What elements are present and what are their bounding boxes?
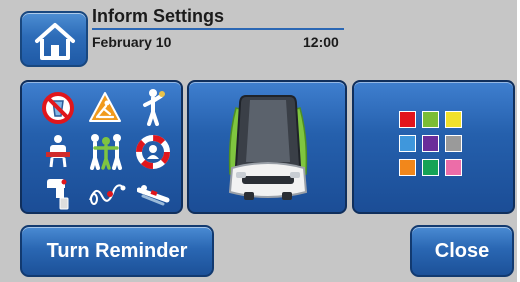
call-cord-icon [89, 184, 126, 205]
date-display: February 10 [92, 34, 172, 50]
color-palette-tile[interactable] [352, 80, 515, 214]
wet-floor-warning-icon [89, 92, 121, 122]
home-icon [35, 23, 75, 60]
screen: Inform Settings February 10 12:00 Turn R… [0, 0, 517, 282]
page-title: Inform Settings [92, 6, 225, 26]
color-swatch [399, 135, 416, 152]
two-person-assist-icon [90, 134, 122, 170]
hospital-bed-icon [228, 95, 308, 200]
color-swatch [399, 159, 416, 176]
title-divider [92, 28, 344, 30]
bed-rail-icon [137, 185, 170, 206]
close-button[interactable]: Close [410, 225, 514, 277]
color-swatch [445, 135, 462, 152]
color-swatch [445, 159, 462, 176]
alert-icons-tile[interactable] [20, 80, 183, 214]
color-swatch [399, 111, 416, 128]
patient-assist-icon [46, 135, 70, 168]
color-swatch [422, 135, 439, 152]
color-swatch [422, 111, 439, 128]
bed-tile[interactable] [187, 80, 347, 214]
color-swatch [422, 159, 439, 176]
hand-device-icon [47, 179, 69, 210]
lifebuoy-icon [136, 135, 170, 169]
color-swatch [445, 111, 462, 128]
standing-person-icon [143, 89, 165, 126]
time-display: 12:00 [303, 34, 339, 50]
no-fluids-icon [42, 92, 74, 124]
home-button[interactable] [20, 11, 88, 67]
turn-reminder-button[interactable]: Turn Reminder [20, 225, 214, 277]
